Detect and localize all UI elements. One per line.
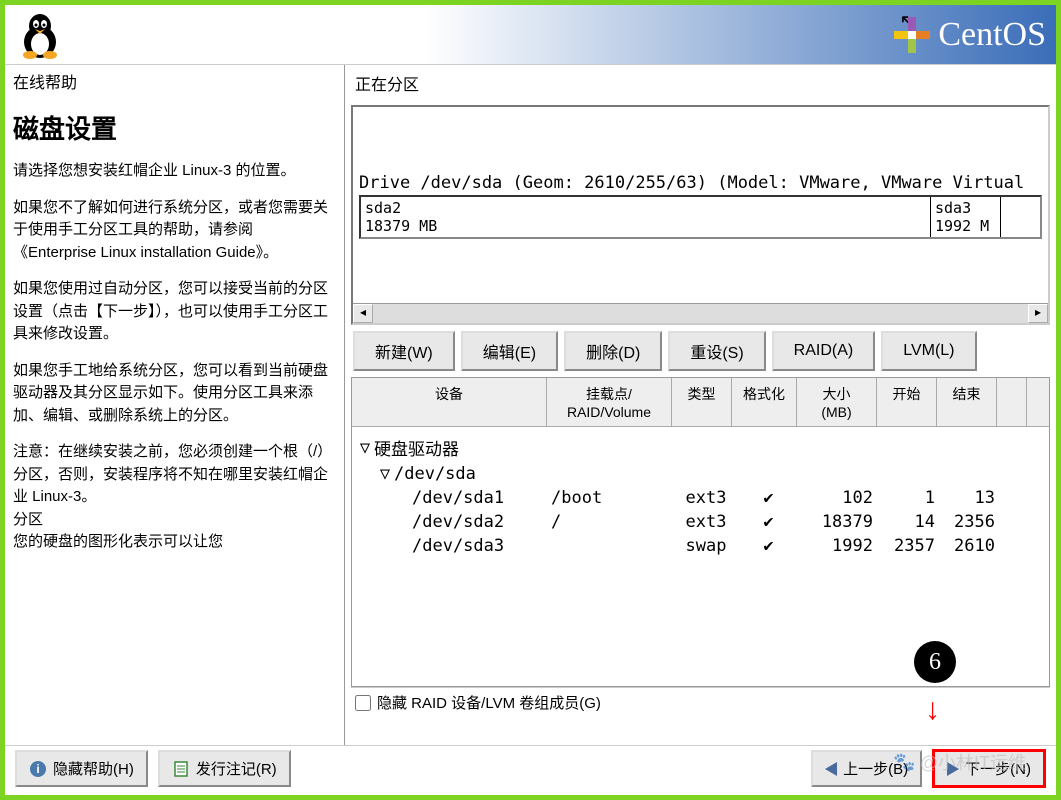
header-mount[interactable]: 挂载点/ RAID/Volume <box>547 378 672 426</box>
header-format[interactable]: 格式化 <box>732 378 797 426</box>
action-toolbar: 新建(W) 编辑(E) 删除(D) 重设(S) RAID(A) LVM(L) <box>351 331 1050 371</box>
help-para: 如果您使用过自动分区，您可以接受当前的分区设置（点击【下一步】），也可以使用手工… <box>13 278 336 346</box>
horizontal-scrollbar[interactable]: ◂ ▸ <box>353 303 1048 323</box>
drive-label: Drive /dev/sda (Geom: 2610/255/63) (Mode… <box>359 173 1042 193</box>
table-row[interactable]: /dev/sda1 /boot ext3 ✔ 102 1 13 <box>356 486 1045 510</box>
hide-raid-checkbox[interactable] <box>355 695 371 711</box>
release-notes-button[interactable]: 发行注记(R) <box>158 750 291 787</box>
triangle-left-icon <box>825 762 837 776</box>
drive-segment-sda2[interactable]: sda2 18379 MB <box>361 197 931 237</box>
drive-bar[interactable]: sda2 18379 MB sda3 1992 M <box>359 195 1042 239</box>
check-icon: ✔ <box>736 536 801 556</box>
help-title: 在线帮助 <box>5 65 344 97</box>
table-row[interactable]: /dev/sda3 swap ✔ 1992 2357 2610 <box>356 534 1045 558</box>
partition-table: 设备 挂载点/ RAID/Volume 类型 格式化 大小 (MB) 开始 结束… <box>351 377 1050 687</box>
partition-title: 正在分区 <box>351 69 1050 97</box>
lvm-button[interactable]: LVM(L) <box>881 331 976 371</box>
reset-button[interactable]: 重设(S) <box>668 331 765 371</box>
tree-toggle-icon[interactable]: ▽ <box>376 464 394 484</box>
header-size[interactable]: 大小 (MB) <box>797 378 877 426</box>
header-type[interactable]: 类型 <box>672 378 732 426</box>
table-row-root[interactable]: ▽ 硬盘驱动器 <box>356 433 1045 462</box>
table-row[interactable]: /dev/sda2 / ext3 ✔ 18379 14 2356 <box>356 510 1045 534</box>
tree-toggle-icon[interactable]: ▽ <box>356 438 374 458</box>
centos-logo: CentOS <box>892 15 1046 55</box>
scroll-left-icon[interactable]: ◂ <box>353 304 373 323</box>
raid-button[interactable]: RAID(A) <box>772 331 876 371</box>
help-para: 如果您不了解如何进行系统分区，或者您需要关于使用手工分区工具的帮助，请参阅《En… <box>13 197 336 265</box>
delete-button[interactable]: 删除(D) <box>564 331 662 371</box>
help-para: 注意：在继续安装之前，您必须创建一个根（/）分区，否则，安装程序将不知在哪里安装… <box>13 441 336 554</box>
arrow-down-icon: ↓ <box>925 693 940 727</box>
watermark: 🐾@小林IT运维 <box>893 749 1026 775</box>
header-start[interactable]: 开始 <box>877 378 937 426</box>
help-content[interactable]: 磁盘设置 请选择您想安装红帽企业 Linux-3 的位置。 如果您不了解如何进行… <box>5 97 344 745</box>
help-heading: 磁盘设置 <box>13 109 336 146</box>
table-row-disk[interactable]: ▽ /dev/sda <box>356 462 1045 486</box>
partition-pane: 正在分区 Drive /dev/sda (Geom: 2610/255/63) … <box>345 65 1056 745</box>
document-icon <box>172 760 190 778</box>
svg-text:i: i <box>36 762 39 776</box>
help-para: 请选择您想安装红帽企业 Linux-3 的位置。 <box>13 160 336 183</box>
drive-panel: Drive /dev/sda (Geom: 2610/255/63) (Mode… <box>351 105 1050 325</box>
scroll-right-icon[interactable]: ▸ <box>1028 304 1048 323</box>
hide-raid-label: 隐藏 RAID 设备/LVM 卷组成员(G) <box>377 692 601 713</box>
check-icon: ✔ <box>736 488 801 508</box>
hide-raid-row: 隐藏 RAID 设备/LVM 卷组成员(G) <box>351 687 1050 717</box>
edit-button[interactable]: 编辑(E) <box>461 331 558 371</box>
hide-help-button[interactable]: i 隐藏帮助(H) <box>15 750 148 787</box>
header-device[interactable]: 设备 <box>352 378 547 426</box>
info-icon: i <box>29 760 47 778</box>
new-button[interactable]: 新建(W) <box>353 331 455 371</box>
help-para: 如果您手工地给系统分区，您可以看到当前硬盘驱动器及其分区显示如下。使用分区工具来… <box>13 360 336 428</box>
table-header: 设备 挂载点/ RAID/Volume 类型 格式化 大小 (MB) 开始 结束 <box>352 378 1049 427</box>
drive-segment-sda3[interactable]: sda3 1992 M <box>931 197 1001 237</box>
header: ↖ CentOS <box>5 5 1056 65</box>
header-end[interactable]: 结束 <box>937 378 997 426</box>
help-pane: 在线帮助 磁盘设置 请选择您想安装红帽企业 Linux-3 的位置。 如果您不了… <box>5 65 345 745</box>
brand-text: CentOS <box>938 16 1046 54</box>
step-badge: 6 <box>914 641 956 683</box>
check-icon: ✔ <box>736 512 801 532</box>
tux-icon <box>15 10 65 60</box>
